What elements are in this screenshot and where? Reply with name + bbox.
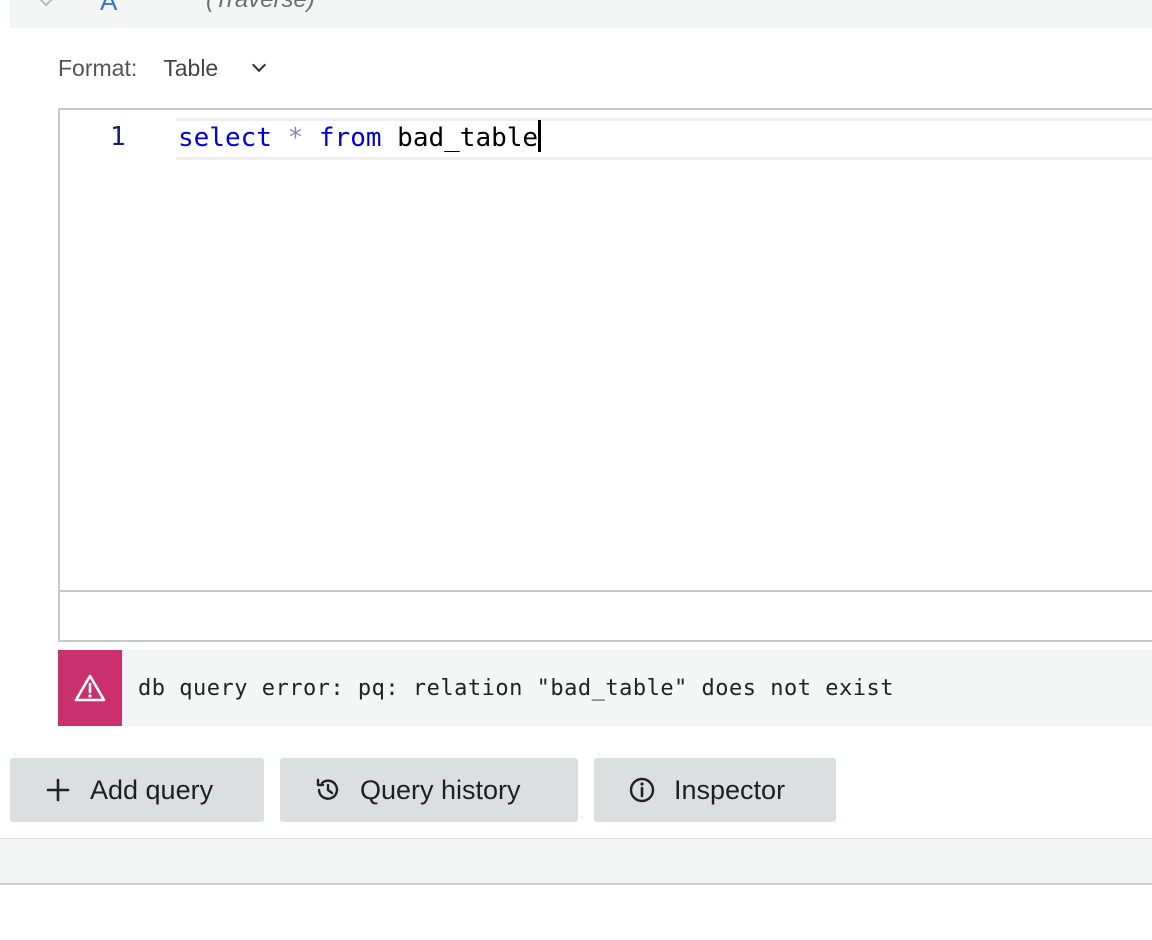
history-icon: [314, 776, 342, 804]
query-datasource-subtitle: (Traverse): [206, 0, 315, 14]
warning-icon: [74, 674, 106, 702]
format-select[interactable]: Table: [163, 54, 267, 82]
text-cursor: [538, 120, 542, 152]
format-value: Table: [163, 54, 219, 81]
format-row: Format: Table: [58, 52, 267, 84]
error-icon-box: [58, 650, 122, 726]
inspector-button[interactable]: Inspector: [594, 758, 836, 822]
chevron-down-icon: [252, 57, 267, 73]
operator-star: *: [287, 123, 304, 153]
query-history-button[interactable]: Query history: [280, 758, 578, 822]
format-label: Format:: [58, 54, 138, 81]
add-query-button[interactable]: Add query: [10, 758, 264, 822]
editor-footer: [58, 590, 1152, 642]
info-icon: [628, 776, 656, 804]
keyword-from: from: [318, 123, 382, 153]
query-ref-id[interactable]: A: [100, 0, 117, 17]
inspector-label: Inspector: [674, 774, 786, 805]
add-query-label: Add query: [90, 774, 214, 805]
collapse-chevron-icon[interactable]: [37, 0, 55, 7]
error-message: db query error: pq: relation "bad_table"…: [138, 675, 894, 701]
error-banner: db query error: pq: relation "bad_table"…: [58, 650, 1152, 726]
bottom-bar: [0, 838, 1152, 885]
table-identifier: bad_table: [397, 123, 539, 153]
plus-icon: [44, 776, 72, 804]
query-history-label: Query history: [360, 774, 521, 805]
code-line[interactable]: select * from bad_table: [178, 120, 542, 153]
sql-editor[interactable]: 1 select * from bad_table: [58, 108, 1152, 594]
keyword-select: select: [178, 123, 272, 153]
query-actions: Add query Query history Inspector: [10, 758, 852, 822]
line-number: 1: [110, 122, 126, 152]
query-header: A (Traverse): [10, 0, 1152, 28]
